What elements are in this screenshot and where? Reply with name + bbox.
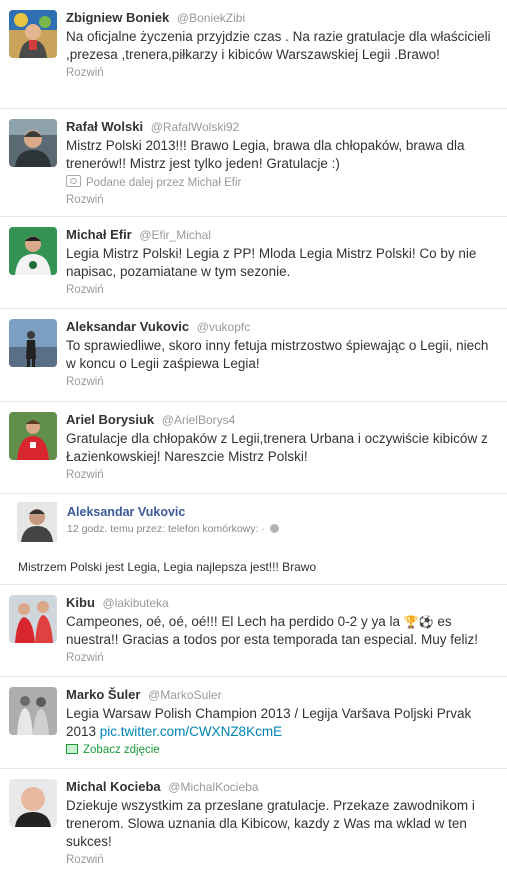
tweet[interactable]: Rafał Wolski @RafalWolski92 Mistrz Polsk… — [0, 109, 507, 217]
expand-link[interactable]: Rozwiń — [66, 66, 501, 81]
author-name[interactable]: Michal Kocieba — [66, 779, 161, 794]
author-handle[interactable]: @lakibuteka — [103, 596, 169, 610]
author-handle[interactable]: @vukopfc — [197, 320, 251, 334]
author-name[interactable]: Aleksandar Vukovic — [66, 319, 189, 334]
view-photo-label[interactable]: Zobacz zdjęcie — [83, 744, 160, 756]
tweet-feed: Zbigniew Boniek @BoniekZibi Na oficjalne… — [0, 0, 507, 881]
author-name[interactable]: Ariel Borysiuk — [66, 412, 154, 427]
tweet-text: Campeones, oé, oé, oé!!! El Lech ha perd… — [66, 613, 501, 649]
avatar[interactable] — [9, 595, 57, 643]
post-meta-text: 12 godz. temu przez: telefon komórkowy: … — [67, 523, 265, 535]
author-handle[interactable]: @MichalKocieba — [168, 780, 258, 794]
expand-link[interactable]: Rozwiń — [66, 283, 501, 298]
author-handle[interactable]: @BoniekZibi — [177, 11, 245, 25]
post-meta: 12 godz. temu przez: telefon komórkowy: … — [67, 523, 279, 535]
author-name[interactable]: Aleksandar Vukovic — [67, 505, 185, 519]
author-handle[interactable]: @MarkoSuler — [148, 688, 222, 702]
globe-icon — [269, 524, 279, 533]
expand-link[interactable]: Rozwiń — [66, 853, 501, 868]
tweet[interactable]: Kibu @lakibuteka Campeones, oé, oé, oé!!… — [0, 585, 507, 677]
author-name[interactable]: Marko Šuler — [66, 687, 140, 702]
retweet-info[interactable]: Podane dalej przez Michał Efir — [66, 175, 501, 191]
author-handle[interactable]: @ArielBorys4 — [162, 413, 236, 427]
retweet-icon — [66, 175, 81, 187]
expand-link[interactable]: Rozwiń — [66, 651, 501, 666]
tweet[interactable]: Michał Efir @Efir_Michal Legia Mistrz Po… — [0, 217, 507, 309]
expand-link[interactable]: Rozwiń — [66, 193, 501, 208]
avatar[interactable] — [9, 779, 57, 827]
tweet[interactable]: Ariel Borysiuk @ArielBorys4 Gratulacje d… — [0, 402, 507, 494]
photo-icon — [66, 744, 78, 754]
expand-link[interactable]: Rozwiń — [66, 468, 501, 483]
tweet[interactable]: Michal Kocieba @MichalKocieba Dziekuje w… — [0, 769, 507, 881]
tweet-text: Legia Warsaw Polish Champion 2013 / Legi… — [66, 705, 501, 741]
facebook-post[interactable]: Aleksandar Vukovic 12 godz. temu przez: … — [0, 494, 507, 585]
tweet[interactable]: Aleksandar Vukovic @vukopfc To sprawiedl… — [0, 309, 507, 402]
author-handle[interactable]: @RafalWolski92 — [151, 120, 240, 134]
tweet-text: Na oficjalne życzenia przyjdzie czas . N… — [66, 29, 491, 62]
trophy-ball-emoji: 🏆⚽ — [403, 615, 434, 629]
retweeted-by[interactable]: Podane dalej przez Michał Efir — [86, 177, 241, 189]
author-name[interactable]: Rafał Wolski — [66, 119, 143, 134]
avatar[interactable] — [9, 10, 57, 58]
tweet-text-part: Campeones, oé, oé, oé!!! El Lech ha perd… — [66, 614, 404, 629]
avatar[interactable] — [9, 412, 57, 460]
tweet-text: Legia Mistrz Polski! Legia z PP! Mloda L… — [66, 246, 477, 279]
tweet-text: To sprawiedliwe, skoro inny fetuja mistr… — [66, 338, 489, 371]
author-name[interactable]: Kibu — [66, 595, 95, 610]
expand-link[interactable]: Rozwiń — [66, 375, 501, 390]
tweet[interactable]: Marko Šuler @MarkoSuler Legia Warsaw Pol… — [0, 677, 507, 769]
pic-link[interactable]: pic.twitter.com/CWXNZ8KcmE — [100, 724, 282, 739]
avatar[interactable] — [9, 319, 57, 367]
avatar[interactable] — [9, 227, 57, 275]
tweet-text: Mistrz Polski 2013!!! Brawo Legia, brawa… — [66, 138, 465, 171]
post-text: Mistrzem Polski jest Legia, Legia najlep… — [18, 560, 317, 574]
tweet[interactable]: Zbigniew Boniek @BoniekZibi Na oficjalne… — [0, 0, 507, 109]
avatar[interactable] — [17, 502, 57, 542]
view-photo-link[interactable]: Zobacz zdjęcie — [66, 743, 501, 758]
tweet-text: Dziekuje wszystkim za przeslane gratulac… — [66, 798, 475, 849]
tweet-text: Gratulacje dla chłopaków z Legii,trenera… — [66, 431, 488, 464]
author-name[interactable]: Michał Efir — [66, 227, 132, 242]
author-name[interactable]: Zbigniew Boniek — [66, 10, 169, 25]
avatar[interactable] — [9, 687, 57, 735]
avatar[interactable] — [9, 119, 57, 167]
author-handle[interactable]: @Efir_Michal — [139, 228, 211, 242]
